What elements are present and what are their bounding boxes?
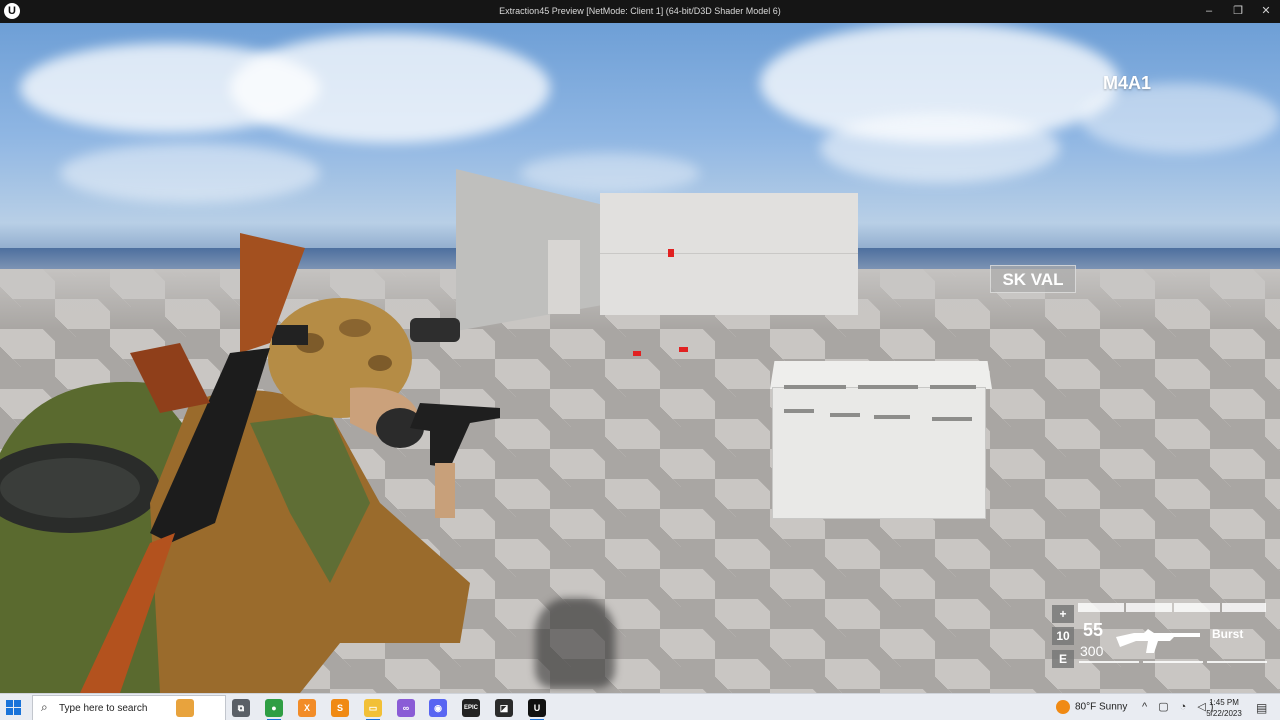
game-viewport[interactable]: M4A1 SK VAL + 10 E 55 300 Burst — [0, 23, 1280, 693]
hud-key-plus: + — [1052, 605, 1074, 623]
visual-studio-icon[interactable]: ∞ — [397, 699, 415, 717]
explorer-notes-icon[interactable] — [176, 699, 194, 717]
hud-key-count: 10 — [1052, 627, 1074, 645]
start-button[interactable] — [6, 700, 22, 716]
magazine-ammo: 55 — [1083, 620, 1104, 640]
taskbar-clock[interactable]: 1:45 PM 5/22/2023 — [1204, 697, 1244, 719]
taskbar-search[interactable]: ⌕ Type here to search — [32, 695, 226, 720]
health-segment — [1126, 603, 1172, 612]
file-explorer-icon[interactable]: ▭ — [364, 699, 382, 717]
close-button[interactable]: ✕ — [1252, 3, 1280, 19]
health-segment — [1078, 603, 1124, 612]
health-segment — [1222, 603, 1266, 612]
fire-mode: Burst — [1212, 627, 1244, 641]
task-view-icon[interactable]: ⧉ — [232, 699, 250, 717]
discord-icon[interactable]: ◉ — [429, 699, 447, 717]
storage-cabinet[interactable] — [770, 361, 992, 523]
bullet-impact-marker — [679, 347, 688, 352]
rifle-icon — [1116, 629, 1200, 653]
clock-date: 5/22/2023 — [1206, 709, 1242, 718]
epic-games-icon[interactable]: EPIC — [462, 699, 480, 717]
cloud — [230, 33, 550, 143]
concrete-wall-right — [600, 193, 858, 315]
chrome-icon[interactable]: ● — [265, 699, 283, 717]
equipped-weapon-name: M4A1 — [1103, 73, 1152, 93]
clock-time: 1:45 PM — [1209, 698, 1239, 707]
reserve-ammo: 300 — [1080, 643, 1104, 659]
player-shadow — [535, 598, 615, 688]
unreal-engine-icon[interactable]: U — [528, 699, 546, 717]
cloud — [820, 113, 1060, 183]
sun-icon — [1056, 700, 1070, 714]
wall-doorway — [548, 240, 580, 314]
notifications-icon[interactable]: ▤ — [1256, 701, 1267, 715]
restore-button[interactable]: ❐ — [1224, 3, 1252, 19]
weather-widget[interactable]: 80°F Sunny — [1056, 700, 1127, 714]
photo-app-icon[interactable]: ◪ — [495, 699, 513, 717]
search-icon: ⌕ — [41, 700, 48, 714]
window-title-bar: U Extraction45 Preview [NetMode: Client … — [0, 0, 1280, 23]
bullet-impact-marker — [633, 351, 641, 356]
hud-key-interact: E — [1052, 650, 1074, 668]
minimize-button[interactable]: – — [1195, 3, 1223, 19]
cloud — [60, 143, 320, 203]
bullet-impact-marker — [668, 249, 674, 257]
ammo-hud: + 10 E 55 300 Burst — [1050, 603, 1270, 689]
xampp-icon[interactable]: X — [298, 699, 316, 717]
player-character — [0, 233, 500, 693]
sublime-icon[interactable]: S — [331, 699, 349, 717]
windows-taskbar: ⌕ Type here to search ⧉ ● X S ▭ ∞ ◉ EPIC ◪ U 80°F… — [0, 693, 1280, 720]
search-placeholder: Type here to search — [59, 703, 148, 714]
weapon-pickup-label[interactable]: SK VAL — [990, 265, 1076, 293]
window-title: Extraction45 Preview [NetMode: Client 1]… — [499, 6, 781, 16]
health-segment — [1174, 603, 1220, 612]
cloud — [520, 153, 700, 193]
